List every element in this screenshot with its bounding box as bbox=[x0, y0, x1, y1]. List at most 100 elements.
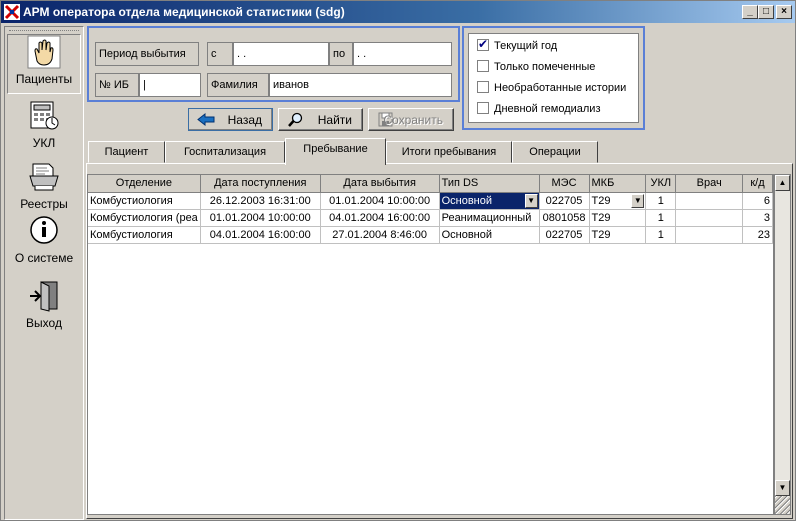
checkbox-label: Необработанные истории bbox=[494, 82, 627, 94]
table-cell[interactable]: Основной bbox=[439, 226, 540, 244]
table-cell[interactable] bbox=[675, 192, 744, 210]
checkbox-icon bbox=[477, 102, 489, 114]
column-header[interactable]: Дата выбытия bbox=[320, 175, 440, 193]
stays-table: Отделение Дата поступления Дата выбытия … bbox=[87, 174, 774, 515]
table-cell[interactable] bbox=[675, 209, 744, 227]
sidebar: Пациенты УКЛ Реестры О системе Выход bbox=[4, 26, 84, 520]
table-cell[interactable]: 022705 bbox=[539, 226, 590, 244]
checkbox-icon bbox=[477, 81, 489, 93]
checkbox-checked-icon bbox=[477, 37, 489, 51]
table-cell[interactable] bbox=[675, 226, 744, 244]
app-window: АРМ оператора отдела медицинской статист… bbox=[0, 0, 796, 521]
combobox-value: T29 bbox=[591, 194, 611, 207]
checkbox-label: Текущий год bbox=[494, 40, 558, 52]
table-cell[interactable]: Комбустиология (реа bbox=[88, 209, 201, 227]
back-button[interactable]: Назад bbox=[188, 108, 273, 131]
table-cell[interactable]: 01.01.2004 10:00:00 bbox=[200, 209, 321, 227]
table-cell[interactable]: Комбустиология bbox=[88, 192, 201, 210]
calculator-icon bbox=[30, 101, 59, 130]
options-panel: Текущий год Только помеченные Необработа… bbox=[462, 26, 645, 130]
table-row[interactable]: Комбустиология (реа 01.01.2004 10:00:00 … bbox=[88, 209, 773, 227]
from-label: с bbox=[207, 42, 233, 66]
sidebar-item-patients[interactable]: Пациенты bbox=[7, 34, 81, 94]
only-marked-checkbox[interactable]: Только помеченные bbox=[477, 60, 595, 76]
table-cell[interactable]: 1 bbox=[645, 209, 677, 227]
magnifier-icon bbox=[288, 112, 303, 127]
table-cell[interactable]: 04.01.2004 16:00:00 bbox=[200, 226, 321, 244]
column-header[interactable]: УКЛ bbox=[645, 175, 677, 193]
tab-stay-results[interactable]: Итоги пребывания bbox=[386, 141, 512, 163]
title-bar[interactable]: АРМ оператора отдела медицинской статист… bbox=[1, 1, 795, 23]
save-button[interactable]: Сохранить bbox=[368, 108, 454, 131]
column-header[interactable]: МЭС bbox=[539, 175, 590, 193]
table-cell[interactable]: 01.01.2004 10:00:00 bbox=[320, 192, 440, 210]
chevron-down-icon[interactable]: ▼ bbox=[631, 193, 645, 208]
chevron-down-icon[interactable]: ▼ bbox=[524, 193, 538, 208]
sidebar-item-label: О системе bbox=[14, 251, 74, 265]
sidebar-item-ukl[interactable]: УКЛ bbox=[7, 99, 81, 151]
table-cell[interactable]: 6 bbox=[742, 192, 773, 210]
back-button-label: Назад bbox=[227, 113, 262, 127]
period-label: Период выбытия bbox=[95, 42, 199, 66]
size-grip-icon[interactable] bbox=[775, 496, 790, 514]
find-button[interactable]: Найти bbox=[278, 108, 363, 131]
column-header[interactable]: Тип DS bbox=[439, 175, 540, 193]
ib-label: № ИБ bbox=[95, 73, 139, 97]
table-cell[interactable]: T29 bbox=[589, 209, 647, 227]
day-hemodialysis-checkbox[interactable]: Дневной гемодиализ bbox=[477, 102, 601, 118]
to-date-input[interactable]: . . bbox=[353, 42, 452, 66]
table-cell[interactable]: 26.12.2003 16:31:00 bbox=[200, 192, 321, 210]
sidebar-item-registries[interactable]: Реестры bbox=[7, 160, 81, 212]
table-cell[interactable]: Реанимационный bbox=[439, 209, 540, 227]
current-year-checkbox[interactable]: Текущий год bbox=[477, 37, 558, 55]
table-row[interactable]: Комбустиология 04.01.2004 16:00:00 27.01… bbox=[88, 226, 773, 244]
sidebar-item-about[interactable]: О системе bbox=[7, 214, 81, 266]
tab-operations[interactable]: Операции bbox=[512, 141, 598, 163]
table-cell[interactable]: 23 bbox=[742, 226, 773, 244]
options-list: Текущий год Только помеченные Необработа… bbox=[468, 33, 639, 123]
window-title: АРМ оператора отдела медицинской статист… bbox=[23, 5, 345, 19]
column-header[interactable]: Отделение bbox=[88, 175, 201, 193]
table-cell[interactable]: T29 bbox=[589, 226, 647, 244]
table-cell[interactable]: 1 bbox=[645, 226, 677, 244]
surname-label: Фамилия bbox=[207, 73, 269, 97]
table-cell[interactable]: 3 bbox=[742, 209, 773, 227]
save-button-label: Сохранить bbox=[383, 113, 443, 127]
table-row[interactable]: Комбустиология 26.12.2003 16:31:00 01.01… bbox=[88, 192, 773, 210]
sidebar-item-label: Реестры bbox=[20, 197, 68, 211]
sidebar-item-label: Выход bbox=[26, 316, 62, 330]
table-cell[interactable]: 04.01.2004 16:00:00 bbox=[320, 209, 440, 227]
mkb-combobox[interactable]: T29 ▼ bbox=[589, 192, 647, 210]
checkbox-label: Только помеченные bbox=[494, 61, 596, 73]
table-cell[interactable]: 0801058 bbox=[539, 209, 590, 227]
tab-stay[interactable]: Пребывание bbox=[285, 138, 386, 165]
from-date-input[interactable]: . . bbox=[233, 42, 329, 66]
combobox-value: Основной bbox=[441, 194, 493, 207]
table-cell[interactable]: 1 bbox=[645, 192, 677, 210]
column-header[interactable]: к/д bbox=[742, 175, 773, 193]
table-cell[interactable]: Комбустиология bbox=[88, 226, 201, 244]
vertical-scrollbar[interactable]: ▲ ▼ bbox=[774, 174, 791, 515]
checkbox-icon bbox=[477, 60, 489, 72]
close-button[interactable]: × bbox=[776, 5, 792, 19]
checkbox-label: Дневной гемодиализ bbox=[494, 103, 601, 115]
surname-input[interactable]: иванов bbox=[269, 73, 452, 97]
exit-door-icon bbox=[30, 281, 58, 312]
sidebar-item-exit[interactable]: Выход bbox=[7, 279, 81, 331]
table-cell[interactable]: 022705 bbox=[539, 192, 590, 210]
arrow-left-icon bbox=[197, 112, 215, 127]
maximize-button[interactable]: □ bbox=[758, 5, 774, 19]
scroll-down-icon[interactable]: ▼ bbox=[775, 480, 790, 496]
ds-type-combobox[interactable]: Основной ▼ bbox=[439, 192, 540, 210]
column-header[interactable]: МКБ bbox=[589, 175, 647, 193]
table-cell[interactable]: 27.01.2004 8:46:00 bbox=[320, 226, 440, 244]
column-header[interactable]: Дата поступления bbox=[200, 175, 321, 193]
find-button-label: Найти bbox=[317, 113, 352, 127]
scroll-up-icon[interactable]: ▲ bbox=[775, 175, 790, 191]
tab-hospitalization[interactable]: Госпитализация bbox=[165, 141, 285, 163]
minimize-button[interactable]: _ bbox=[742, 5, 758, 19]
ib-number-input[interactable]: | bbox=[139, 73, 201, 97]
tab-patient[interactable]: Пациент bbox=[88, 141, 165, 163]
column-header[interactable]: Врач bbox=[675, 175, 744, 193]
unprocessed-histories-checkbox[interactable]: Необработанные истории bbox=[477, 81, 626, 97]
